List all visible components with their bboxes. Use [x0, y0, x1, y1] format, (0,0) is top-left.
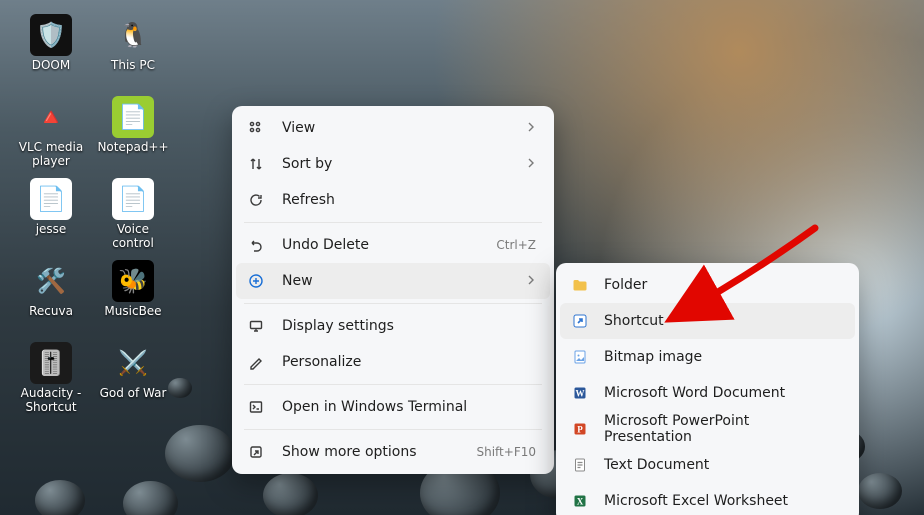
app-icon: 🐧 [112, 14, 154, 56]
menu-item-refresh[interactable]: Refresh [236, 182, 550, 218]
app-icon: ⚔️ [112, 342, 154, 384]
term-icon [246, 397, 266, 417]
menu-item-view[interactable]: View [236, 110, 550, 146]
bmp-icon [570, 347, 590, 367]
desktop-icon[interactable]: 🎚️Audacity - Shortcut [10, 338, 92, 420]
xls-icon: X [570, 491, 590, 511]
desktop[interactable]: 🛡️DOOM🐧This PC🔺VLC media player📄Notepad+… [0, 0, 924, 515]
desktop-icon-label: Recuva [29, 304, 73, 318]
view-icon [246, 118, 266, 138]
menu-item-label: Show more options [282, 444, 456, 460]
folder-icon [570, 275, 590, 295]
submenu-item-ppt[interactable]: P Microsoft PowerPoint Presentation [560, 411, 855, 447]
word-icon: W [570, 383, 590, 403]
menu-item-label: View [282, 120, 506, 136]
menu-item-shortcut: Shift+F10 [476, 445, 536, 459]
svg-text:W: W [576, 389, 585, 399]
submenu-item-label: Bitmap image [604, 349, 841, 365]
txt-icon [570, 455, 590, 475]
app-icon: 📄 [30, 178, 72, 220]
menu-item-pers[interactable]: Personalize [236, 344, 550, 380]
refresh-icon [246, 190, 266, 210]
stone-decoration [123, 481, 178, 515]
menu-item-label: New [282, 273, 506, 289]
menu-item-shortcut: Ctrl+Z [496, 238, 536, 252]
app-icon: 🐝 [112, 260, 154, 302]
app-icon: 🛠️ [30, 260, 72, 302]
ppt-icon: P [570, 419, 590, 439]
desktop-icon-label: VLC media player [13, 140, 89, 168]
menu-item-label: Undo Delete [282, 237, 476, 253]
menu-item-label: Refresh [282, 192, 536, 208]
submenu-item-folder[interactable]: Folder [560, 267, 855, 303]
desktop-icon[interactable]: 📄Voice control [92, 174, 174, 256]
menu-item-label: Display settings [282, 318, 536, 334]
menu-separator [244, 384, 542, 385]
context-menu[interactable]: View Sort by Refresh Undo Delete Ctrl+Z New Di… [232, 106, 554, 474]
desktop-icon-label: DOOM [32, 58, 70, 72]
menu-item-undo[interactable]: Undo Delete Ctrl+Z [236, 227, 550, 263]
menu-item-label: Sort by [282, 156, 506, 172]
desktop-icon[interactable]: 🐧 This PC [92, 10, 174, 92]
new-icon [246, 271, 266, 291]
submenu-item-label: Microsoft Word Document [604, 385, 841, 401]
desktop-icon[interactable]: 🛠️ Recuva [10, 256, 92, 338]
desktop-icon[interactable]: 🔺VLC media player [10, 92, 92, 174]
stone-decoration [165, 425, 235, 482]
stone-decoration [263, 473, 318, 515]
menu-item-label: Personalize [282, 354, 536, 370]
desktop-icon[interactable]: 🛡️ DOOM [10, 10, 92, 92]
chevron-right-icon [526, 120, 536, 136]
submenu-item-txt[interactable]: Text Document [560, 447, 855, 483]
desktop-icon-label: This PC [111, 58, 155, 72]
menu-item-sort[interactable]: Sort by [236, 146, 550, 182]
desktop-icon[interactable]: 📄 Notepad++ [92, 92, 174, 174]
submenu-item-label: Microsoft Excel Worksheet [604, 493, 841, 509]
menu-separator [244, 303, 542, 304]
display-icon [246, 316, 266, 336]
desktop-icon[interactable]: ⚔️ God of War [92, 338, 174, 420]
shortcut-icon [570, 311, 590, 331]
menu-item-label: Open in Windows Terminal [282, 399, 536, 415]
submenu-item-shortcut[interactable]: Shortcut [560, 303, 855, 339]
desktop-icon-label: jesse [36, 222, 67, 236]
app-icon: 🛡️ [30, 14, 72, 56]
menu-item-more[interactable]: Show more options Shift+F10 [236, 434, 550, 470]
desktop-icon-label: Voice control [95, 222, 171, 250]
desktop-icon-label: Notepad++ [97, 140, 168, 154]
chevron-right-icon [526, 156, 536, 172]
submenu-item-label: Text Document [604, 457, 841, 473]
svg-text:P: P [577, 425, 583, 435]
desktop-icon-grid: 🛡️DOOM🐧This PC🔺VLC media player📄Notepad+… [10, 10, 174, 420]
desktop-icon-label: Audacity - Shortcut [13, 386, 89, 414]
menu-item-display[interactable]: Display settings [236, 308, 550, 344]
app-icon: 📄 [112, 96, 154, 138]
stone-decoration [858, 473, 902, 509]
undo-icon [246, 235, 266, 255]
pers-icon [246, 352, 266, 372]
submenu-item-xls[interactable]: X Microsoft Excel Worksheet [560, 483, 855, 515]
app-icon: 🎚️ [30, 342, 72, 384]
menu-item-new[interactable]: New [236, 263, 550, 299]
menu-separator [244, 222, 542, 223]
sort-icon [246, 154, 266, 174]
submenu-item-label: Microsoft PowerPoint Presentation [604, 413, 841, 445]
menu-item-term[interactable]: Open in Windows Terminal [236, 389, 550, 425]
context-submenu-new[interactable]: Folder Shortcut Bitmap image W Microsoft Wor… [556, 263, 859, 515]
desktop-icon[interactable]: 📄 jesse [10, 174, 92, 256]
chevron-right-icon [526, 273, 536, 289]
svg-text:X: X [577, 497, 584, 507]
app-icon: 📄 [112, 178, 154, 220]
app-icon: 🔺 [30, 96, 72, 138]
desktop-icon[interactable]: 🐝 MusicBee [92, 256, 174, 338]
desktop-icon-label: God of War [100, 386, 167, 400]
submenu-item-word[interactable]: W Microsoft Word Document [560, 375, 855, 411]
submenu-item-label: Shortcut [604, 313, 841, 329]
submenu-item-label: Folder [604, 277, 841, 293]
desktop-icon-label: MusicBee [104, 304, 161, 318]
menu-separator [244, 429, 542, 430]
submenu-item-bmp[interactable]: Bitmap image [560, 339, 855, 375]
stone-decoration [35, 480, 85, 515]
more-icon [246, 442, 266, 462]
